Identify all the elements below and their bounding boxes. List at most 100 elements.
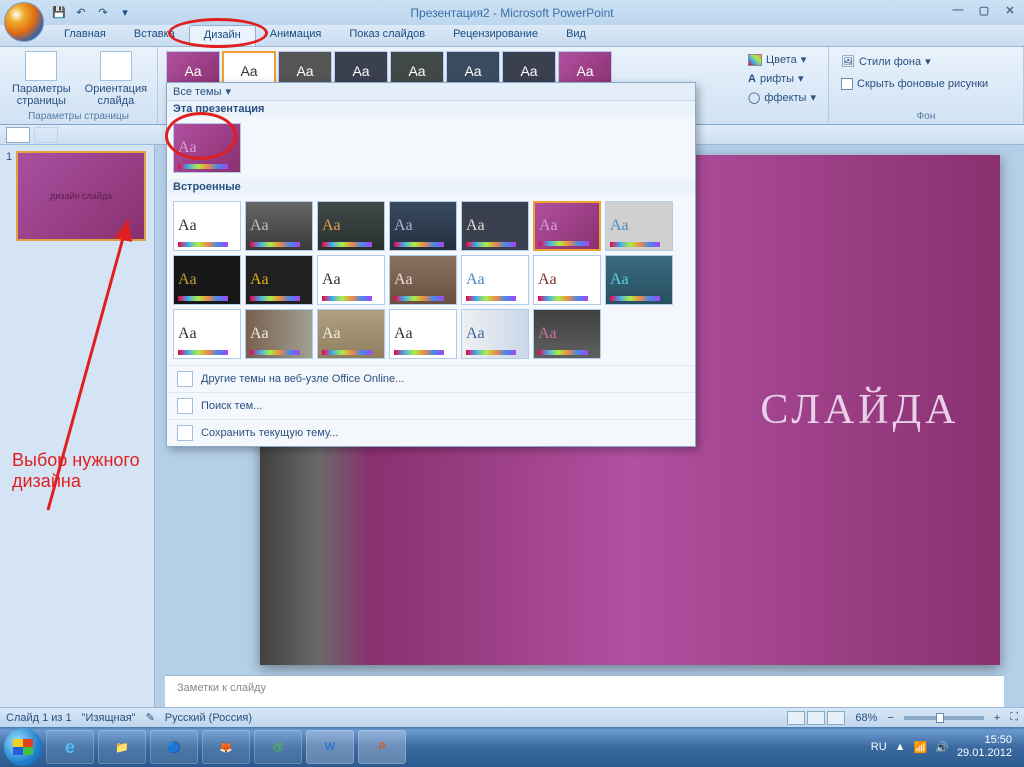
system-tray: RU ▲ 📶 🔊 15:50 29.01.2012 bbox=[871, 734, 1020, 760]
zoom-slider[interactable] bbox=[904, 716, 984, 720]
bg-styles-icon: 🖼 bbox=[841, 55, 855, 68]
hide-bg-checkbox[interactable]: Скрыть фоновые рисунки bbox=[837, 76, 992, 92]
minimize-button[interactable]: — bbox=[948, 2, 968, 18]
theme-thumb[interactable]: Aa bbox=[533, 255, 601, 305]
zoom-in-button[interactable]: + bbox=[994, 712, 1000, 724]
fit-window-button[interactable]: ⛶ bbox=[1010, 711, 1018, 724]
colors-icon bbox=[748, 54, 762, 66]
effects-button[interactable]: ◯ффекты ▾ bbox=[744, 89, 820, 106]
background-styles-button[interactable]: 🖼Стили фона ▾ bbox=[837, 53, 935, 70]
all-themes-header[interactable]: Все темы ▾ bbox=[167, 83, 695, 101]
theme-thumb[interactable]: Aa bbox=[245, 201, 313, 251]
page-setup-button[interactable]: Параметры страницы bbox=[8, 49, 75, 109]
office-button[interactable] bbox=[4, 2, 44, 42]
close-button[interactable]: ✕ bbox=[1000, 2, 1020, 18]
checkbox-icon bbox=[841, 78, 853, 90]
start-button[interactable] bbox=[4, 728, 42, 766]
theme-thumb[interactable]: Aa bbox=[317, 255, 385, 305]
zoom-out-button[interactable]: − bbox=[887, 712, 893, 724]
theme-thumb[interactable]: Aa bbox=[173, 309, 241, 359]
slide-orientation-button[interactable]: Ориентация слайда bbox=[81, 49, 151, 109]
folder-search-icon bbox=[177, 398, 193, 414]
themes-dropdown: Все темы ▾ Эта презентация Aa Встроенные… bbox=[166, 82, 696, 447]
qat-dropdown-icon[interactable]: ▾ bbox=[116, 4, 134, 22]
undo-icon[interactable]: ↶ bbox=[72, 4, 90, 22]
sorter-view-button[interactable] bbox=[807, 711, 825, 725]
taskbar-firefox[interactable]: 🦊 bbox=[202, 730, 250, 764]
taskbar-chrome[interactable]: 🔵 bbox=[150, 730, 198, 764]
theme-thumb[interactable]: Aa bbox=[173, 123, 241, 173]
theme-thumb[interactable]: Aa bbox=[389, 255, 457, 305]
tab-design[interactable]: Дизайн bbox=[189, 25, 256, 46]
tray-lang[interactable]: RU bbox=[871, 741, 887, 753]
this-presentation-label: Эта презентация bbox=[167, 101, 695, 117]
search-themes[interactable]: Поиск тем... bbox=[167, 392, 695, 419]
colors-button[interactable]: Цвета ▾ bbox=[744, 51, 820, 68]
more-themes-online[interactable]: Другие темы на веб-узле Office Online... bbox=[167, 365, 695, 392]
theme-thumb[interactable]: Aa bbox=[461, 201, 529, 251]
tray-sound-icon[interactable]: 🔊 bbox=[935, 741, 949, 754]
builtin-label: Встроенные bbox=[167, 179, 695, 195]
theme-thumb[interactable]: Aa bbox=[317, 309, 385, 359]
slide-title[interactable]: СЛАЙДА bbox=[760, 386, 959, 434]
save-current-theme[interactable]: Сохранить текущую тему... bbox=[167, 419, 695, 446]
theme-thumb[interactable]: Aa bbox=[533, 309, 601, 359]
taskbar-powerpoint[interactable]: P bbox=[358, 730, 406, 764]
view-buttons bbox=[787, 711, 845, 725]
theme-thumb[interactable]: Aa bbox=[605, 255, 673, 305]
maximize-button[interactable]: ▢ bbox=[974, 2, 994, 18]
title-bar: 💾 ↶ ↷ ▾ Презентация2 - Microsoft PowerPo… bbox=[0, 0, 1024, 25]
theme-thumb[interactable]: Aa bbox=[317, 201, 385, 251]
save-theme-icon bbox=[177, 425, 193, 441]
slides-panel: 1 дизайн слайда bbox=[0, 145, 155, 707]
globe-icon bbox=[177, 371, 193, 387]
tab-animation[interactable]: Анимация bbox=[256, 25, 336, 46]
tray-flag-icon[interactable]: ▲ bbox=[895, 741, 906, 753]
slide-count: Слайд 1 из 1 bbox=[6, 712, 72, 724]
theme-thumb[interactable]: Aa bbox=[245, 255, 313, 305]
normal-view-button[interactable] bbox=[787, 711, 805, 725]
theme-thumb[interactable]: Aa bbox=[173, 255, 241, 305]
slideshow-view-button[interactable] bbox=[827, 711, 845, 725]
group-page-setup-label: Параметры страницы bbox=[8, 109, 149, 124]
redo-icon[interactable]: ↷ bbox=[94, 4, 112, 22]
page-setup-icon bbox=[25, 51, 57, 81]
taskbar-word[interactable]: W bbox=[306, 730, 354, 764]
theme-thumb[interactable]: Aa bbox=[389, 309, 457, 359]
fonts-button[interactable]: Aрифты ▾ bbox=[744, 70, 820, 87]
annotation-text: Выбор нужного дизайна bbox=[12, 450, 162, 492]
quick-access-toolbar: 💾 ↶ ↷ ▾ bbox=[50, 4, 134, 22]
save-icon[interactable]: 💾 bbox=[50, 4, 68, 22]
theme-thumb[interactable]: Aa bbox=[533, 201, 601, 251]
tray-clock[interactable]: 15:50 29.01.2012 bbox=[957, 734, 1012, 760]
spellcheck-icon[interactable]: ✎ bbox=[146, 711, 155, 724]
theme-thumb[interactable]: Aa bbox=[245, 309, 313, 359]
language-status[interactable]: Русский (Россия) bbox=[165, 712, 252, 724]
theme-thumb[interactable]: Aa bbox=[461, 255, 529, 305]
ribbon-tabs: Главная Вставка Дизайн Анимация Показ сл… bbox=[0, 25, 1024, 47]
theme-thumb[interactable]: Aa bbox=[173, 201, 241, 251]
windows-icon bbox=[13, 739, 33, 755]
theme-thumb[interactable]: Aa bbox=[605, 201, 673, 251]
slide-number: 1 bbox=[6, 151, 12, 241]
taskbar-mail[interactable]: @ bbox=[254, 730, 302, 764]
status-bar: Слайд 1 из 1 "Изящная" ✎ Русский (Россия… bbox=[0, 707, 1024, 727]
tab-view[interactable]: Вид bbox=[552, 25, 600, 46]
slide-thumb-text: дизайн слайда bbox=[50, 191, 112, 201]
taskbar-ie[interactable]: e bbox=[46, 730, 94, 764]
tray-network-icon[interactable]: 📶 bbox=[914, 741, 928, 754]
zoom-percent[interactable]: 68% bbox=[855, 712, 877, 724]
tab-home[interactable]: Главная bbox=[50, 25, 120, 46]
tab-slideshow[interactable]: Показ слайдов bbox=[335, 25, 439, 46]
tab-review[interactable]: Рецензирование bbox=[439, 25, 552, 46]
theme-thumb[interactable]: Aa bbox=[461, 309, 529, 359]
slides-tab-icon[interactable] bbox=[6, 127, 30, 143]
outline-tab-icon[interactable] bbox=[34, 127, 58, 143]
tab-insert[interactable]: Вставка bbox=[120, 25, 189, 46]
taskbar: e 📁 🔵 🦊 @ W P RU ▲ 📶 🔊 15:50 29.01.2012 bbox=[0, 727, 1024, 767]
slide-thumbnail[interactable]: дизайн слайда bbox=[16, 151, 146, 241]
theme-thumb[interactable]: Aa bbox=[389, 201, 457, 251]
taskbar-explorer[interactable]: 📁 bbox=[98, 730, 146, 764]
orientation-icon bbox=[100, 51, 132, 81]
notes-pane[interactable]: Заметки к слайду bbox=[165, 675, 1004, 707]
